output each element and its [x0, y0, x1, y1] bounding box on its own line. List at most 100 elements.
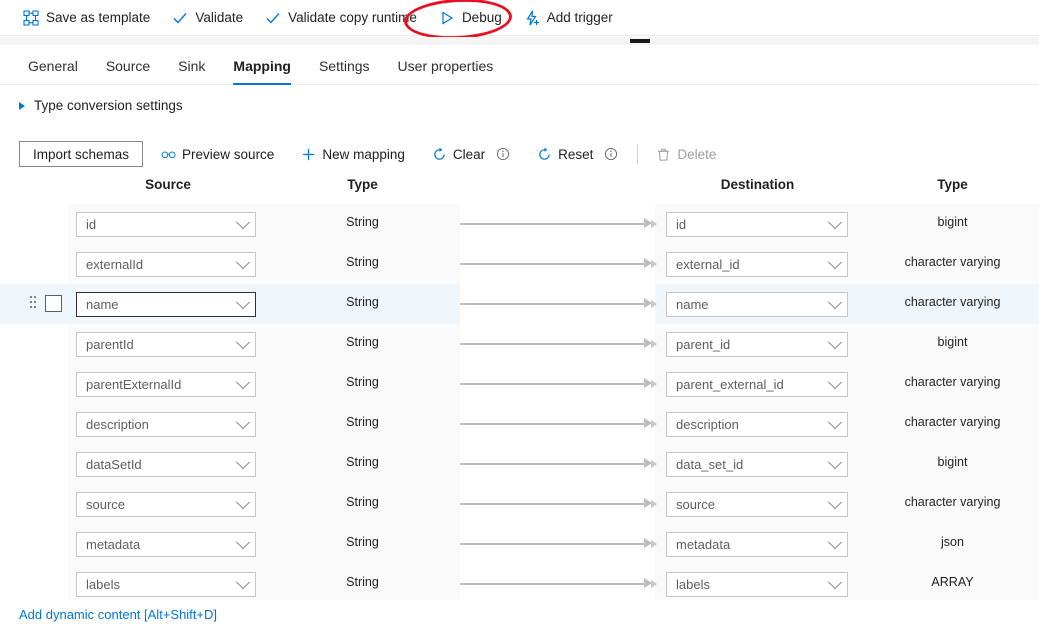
table-row[interactable]: parentId String parent_id bigint [0, 324, 1039, 364]
add-dynamic-content-link[interactable]: Add dynamic content [Alt+Shift+D] [19, 607, 217, 622]
tab-general[interactable]: General [14, 58, 92, 84]
info-icon[interactable] [496, 147, 510, 161]
tab-source[interactable]: Source [92, 58, 164, 84]
source-field-dropdown[interactable]: name [76, 292, 256, 317]
row-checkbox[interactable] [45, 295, 62, 312]
save-as-template-label: Save as template [46, 10, 151, 25]
tab-sink[interactable]: Sink [164, 58, 219, 84]
mapping-page: Save as template Validate Validate copy … [0, 0, 1039, 644]
new-mapping-button[interactable]: New mapping [292, 141, 414, 167]
destination-type-value: character varying [904, 495, 1001, 509]
validate-button[interactable]: Validate [161, 3, 254, 33]
table-row[interactable]: parentExternalId String parent_external_id… [0, 364, 1039, 404]
delete-button[interactable]: Delete [647, 141, 725, 167]
destination-field-dropdown[interactable]: name [666, 292, 848, 317]
source-field-dropdown[interactable]: id [76, 212, 256, 237]
destination-field-dropdown[interactable]: id [666, 212, 848, 237]
scrollbar-thumb[interactable] [630, 39, 650, 43]
chevron-down-icon [235, 254, 251, 269]
tab-user-properties[interactable]: User properties [384, 58, 508, 84]
destination-field-dropdown[interactable]: metadata [666, 532, 848, 557]
source-type-value: String [346, 215, 379, 229]
check-icon [172, 10, 188, 26]
destination-type-value: character varying [904, 375, 1001, 389]
source-field-value: parentId [86, 337, 134, 352]
source-field-dropdown[interactable]: externalId [76, 252, 256, 277]
destination-field-value: external_id [676, 257, 740, 272]
caret-right-icon [651, 300, 657, 308]
horizontal-scrollbar[interactable] [0, 37, 1039, 45]
destination-type-value: character varying [904, 295, 1001, 309]
table-row[interactable]: description String description character va… [0, 404, 1039, 444]
column-header-destination: Destination [720, 177, 795, 192]
source-field-dropdown[interactable]: dataSetId [76, 452, 256, 477]
destination-field-value: name [676, 297, 709, 312]
mapping-connector [460, 564, 655, 604]
mapping-toolbar: Import schemas Preview source New mappin… [19, 141, 725, 167]
template-icon [23, 9, 39, 26]
destination-field-dropdown[interactable]: description [666, 412, 848, 437]
table-row[interactable]: labels String labels ARRAY [0, 564, 1039, 604]
destination-field-dropdown[interactable]: data_set_id [666, 452, 848, 477]
chevron-down-icon [827, 374, 843, 389]
connector-line [460, 223, 646, 225]
source-field-dropdown[interactable]: parentId [76, 332, 256, 357]
save-as-template-button[interactable]: Save as template [12, 3, 161, 33]
source-type-value: String [346, 415, 379, 429]
chevron-down-icon [235, 294, 251, 309]
preview-source-label: Preview source [182, 146, 275, 162]
chevron-down-icon [827, 574, 843, 589]
import-schemas-button[interactable]: Import schemas [19, 141, 144, 167]
add-trigger-button[interactable]: Add trigger [513, 3, 624, 33]
source-field-dropdown[interactable]: metadata [76, 532, 256, 557]
source-field-dropdown[interactable]: parentExternalId [76, 372, 256, 397]
destination-field-dropdown[interactable]: source [666, 492, 848, 517]
destination-field-dropdown[interactable]: labels [666, 572, 848, 597]
clear-button[interactable]: Clear [423, 141, 519, 167]
connector-line [460, 463, 646, 465]
add-trigger-label: Add trigger [546, 10, 613, 25]
caret-right-icon [651, 380, 657, 388]
table-row[interactable]: source String source character varying [0, 484, 1039, 524]
reset-button[interactable]: Reset [528, 141, 627, 167]
tab-mapping[interactable]: Mapping [219, 58, 305, 85]
caret-right-icon [651, 500, 657, 508]
destination-field-value: source [676, 497, 716, 512]
source-field-value: parentExternalId [86, 377, 182, 392]
chevron-down-icon [235, 494, 251, 509]
source-field-dropdown[interactable]: labels [76, 572, 256, 597]
preview-source-button[interactable]: Preview source [152, 141, 283, 167]
destination-field-value: parent_external_id [676, 377, 784, 392]
source-type-value: String [346, 575, 379, 589]
debug-button[interactable]: Debug [428, 3, 513, 33]
destination-type-value: bigint [937, 335, 968, 349]
validate-label: Validate [195, 10, 244, 25]
validate-copy-runtime-button[interactable]: Validate copy runtime [254, 3, 428, 33]
table-row[interactable]: id String id bigint [0, 204, 1039, 244]
play-icon [439, 10, 455, 26]
type-conversion-settings-toggle[interactable]: Type conversion settings [19, 98, 183, 113]
drag-handle-icon[interactable] [30, 296, 38, 310]
source-type-value: String [346, 375, 379, 389]
connector-line [460, 303, 646, 305]
tab-settings[interactable]: Settings [305, 58, 384, 84]
chevron-down-icon [235, 454, 251, 469]
destination-type-value: character varying [904, 415, 1001, 429]
source-field-dropdown[interactable]: source [76, 492, 256, 517]
destination-field-dropdown[interactable]: parent_external_id [666, 372, 848, 397]
connector-line [460, 383, 646, 385]
info-icon[interactable] [604, 147, 618, 161]
table-row[interactable]: name String name character varying [0, 284, 1039, 324]
table-row[interactable]: metadata String metadata json [0, 524, 1039, 564]
destination-field-value: parent_id [676, 337, 731, 352]
chevron-right-icon [19, 101, 25, 110]
caret-right-icon [651, 340, 657, 348]
table-row[interactable]: externalId String external_id character var… [0, 244, 1039, 284]
toolbar-divider [637, 144, 639, 164]
table-row[interactable]: dataSetId String data_set_id bigint [0, 444, 1039, 484]
destination-field-dropdown[interactable]: parent_id [666, 332, 848, 357]
chevron-down-icon [827, 454, 843, 469]
source-field-dropdown[interactable]: description [76, 412, 256, 437]
mapping-connector [460, 204, 655, 244]
destination-field-dropdown[interactable]: external_id [666, 252, 848, 277]
